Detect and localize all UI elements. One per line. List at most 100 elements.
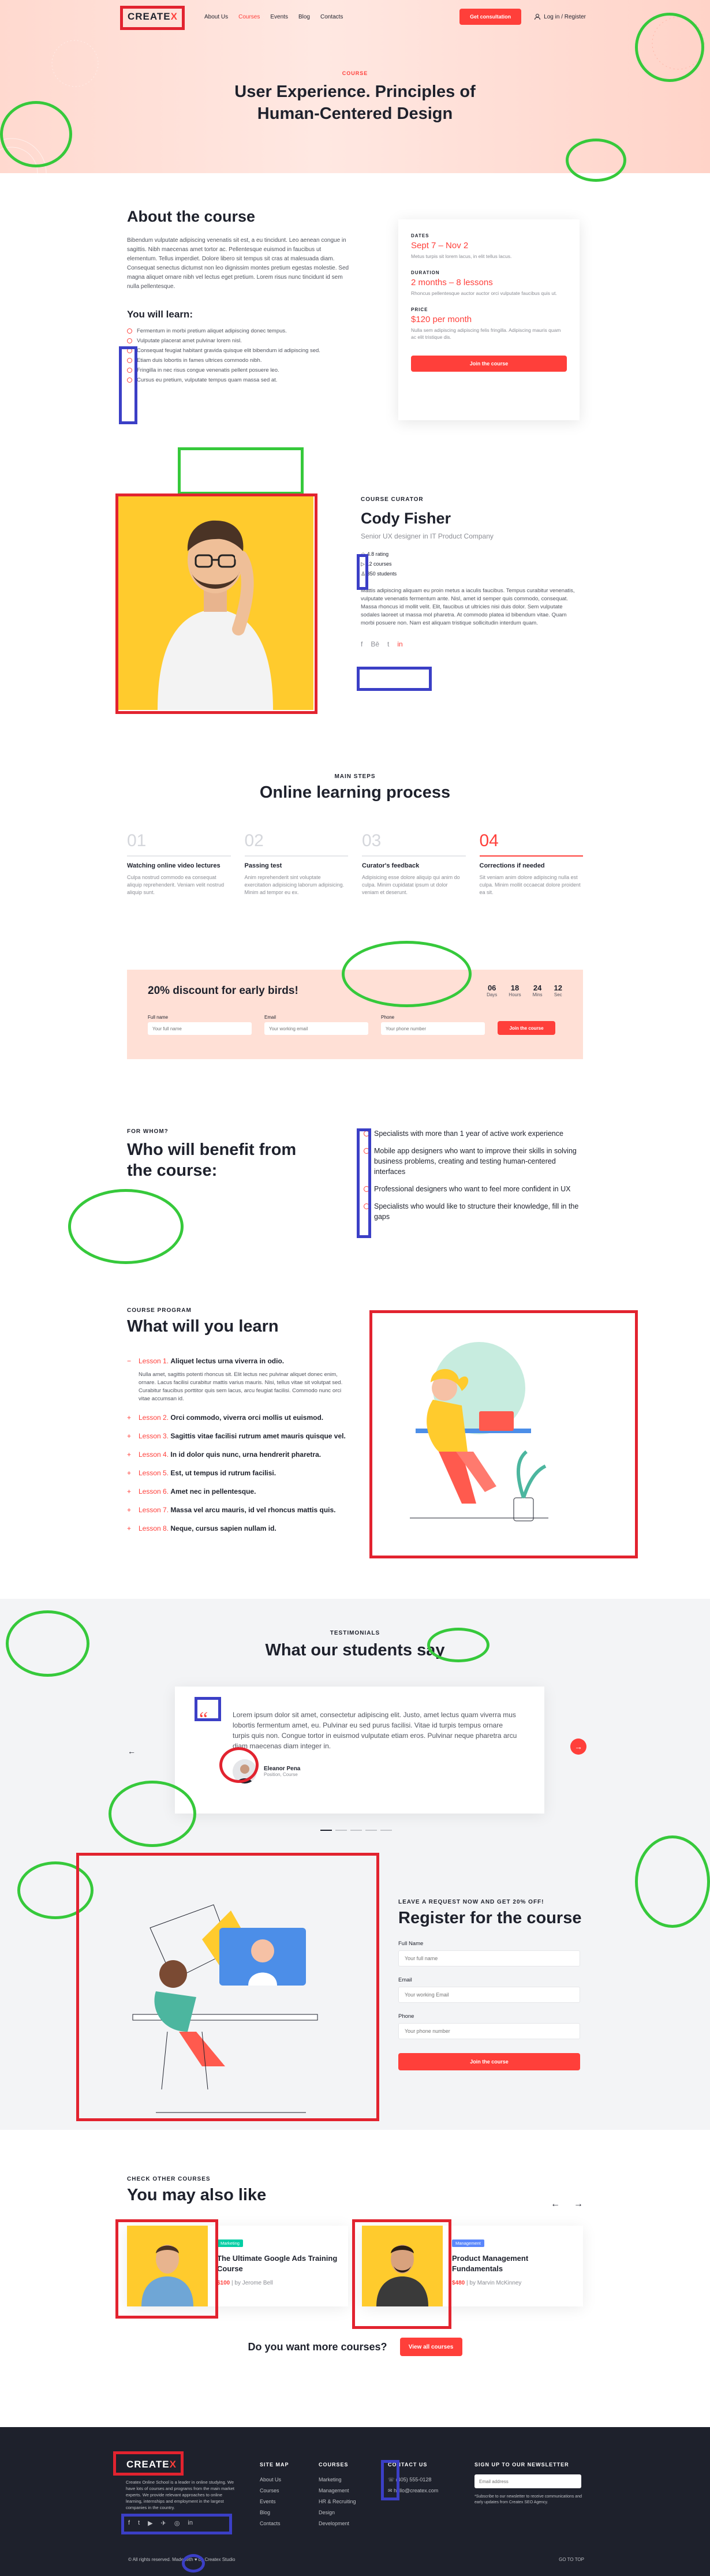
prev-arrow-button[interactable]: ←	[124, 1743, 140, 1759]
about-body: Bibendum vulputate adipiscing venenatis …	[127, 237, 349, 290]
footer-link[interactable]: Marketing	[319, 2474, 356, 2485]
logo[interactable]: CREATEX	[124, 8, 181, 26]
annotation-box-blue	[357, 667, 432, 691]
user-icon	[535, 14, 541, 20]
facebook-icon[interactable]: f	[128, 2519, 130, 2527]
twitter-icon[interactable]: t	[387, 640, 389, 648]
course-card[interactable]: Marketing The Ultimate Google Ads Traini…	[127, 2226, 348, 2306]
lesson-item[interactable]: + Lesson 2. Orci commodo, viverra orci mo…	[127, 1414, 352, 1422]
phone-field-group: Phone	[381, 1015, 485, 1035]
main-menu: About Us Courses Events Blog Contacts	[204, 14, 343, 20]
phone-field[interactable]	[381, 1022, 485, 1035]
behance-icon[interactable]: Bē	[371, 640, 379, 648]
nav-item-events[interactable]: Events	[270, 14, 288, 20]
join-course-button[interactable]: Join the course	[411, 356, 567, 372]
telegram-icon[interactable]: ✈	[161, 2519, 166, 2527]
lesson-item[interactable]: + Lesson 7. Massa vel arcu mauris, id vel…	[127, 1506, 352, 1514]
footer-link[interactable]: Blog	[260, 2507, 289, 2518]
reg-name-field[interactable]	[398, 1950, 580, 1966]
footer-logo[interactable]: CREATEX	[123, 2456, 180, 2473]
reg-phone-field[interactable]	[398, 2023, 580, 2039]
timer-unit: Sec	[554, 992, 562, 997]
footer-link[interactable]: Design	[319, 2507, 356, 2518]
lesson-item[interactable]: + Lesson 3. Sagittis vitae facilisi rutru…	[127, 1432, 352, 1440]
footer-link[interactable]: Courses	[260, 2485, 289, 2496]
page-title: User Experience. Principles of Human-Cen…	[0, 81, 710, 125]
program-section: COURSE PROGRAM What will you learn − Less…	[127, 1307, 583, 1550]
twitter-icon[interactable]: t	[138, 2519, 140, 2527]
email-field[interactable]	[264, 1022, 368, 1035]
carousel-dot[interactable]	[335, 1830, 347, 1831]
avatar	[233, 1759, 257, 1784]
course-info-card: DATES Sept 7 – Nov 2 Metus turpis sit lo…	[398, 219, 580, 420]
footer-link[interactable]: Events	[260, 2496, 289, 2507]
nav-item-blog[interactable]: Blog	[298, 14, 310, 20]
testimonial-quote: Lorem ipsum dolor sit amet, consectetur …	[233, 1711, 517, 1750]
linkedin-icon[interactable]: in	[188, 2519, 193, 2527]
lesson-item[interactable]: + Lesson 6. Amet nec in pellentesque.	[127, 1487, 352, 1495]
person-laptop-illustration-icon	[410, 1342, 548, 1521]
carousel-dot[interactable]	[320, 1830, 332, 1831]
course-card[interactable]: Management Product Management Fundamenta…	[362, 2226, 583, 2306]
instagram-icon[interactable]: ◎	[174, 2519, 180, 2527]
people-icon: ♙	[361, 571, 366, 577]
curator-info: COURSE CURATOR Cody Fisher Senior UX des…	[361, 496, 580, 648]
register-join-button[interactable]: Join the course	[398, 2053, 580, 2070]
price-value: $120 per month	[411, 315, 472, 324]
go-to-top-link[interactable]: GO TO TOP	[559, 2557, 584, 2562]
lesson-item[interactable]: + Lesson 4. In id dolor quis nunc, urna h…	[127, 1450, 352, 1459]
arrow-right-icon[interactable]: →	[574, 2199, 583, 2209]
footer-link[interactable]: Contacts	[260, 2518, 289, 2529]
nav-item-contacts[interactable]: Contacts	[320, 14, 343, 20]
steps-label: MAIN STEPS	[334, 773, 376, 780]
footer-email[interactable]: ✉ hello@createx.com	[388, 2485, 438, 2496]
reg-phone-group: Phone	[398, 2013, 583, 2039]
footer-link[interactable]: Management	[319, 2485, 356, 2496]
nav-item-courses[interactable]: Courses	[238, 14, 260, 20]
course-price: $100	[217, 2280, 230, 2286]
newsletter-email-field[interactable]	[474, 2474, 581, 2488]
carousel-dot[interactable]	[365, 1830, 377, 1831]
navbar: CREATEX About Us Courses Events Blog Con…	[124, 7, 586, 27]
carousel-dot[interactable]	[350, 1830, 362, 1831]
timer-value: 24	[533, 984, 542, 992]
name-field[interactable]	[148, 1022, 252, 1035]
testimonials-heading: TESTIMONIALS What our students say	[0, 1599, 710, 1660]
lesson-item[interactable]: + Lesson 8. Neque, cursus sapien nullam i…	[127, 1524, 352, 1532]
lesson-number: Lesson 5.	[139, 1469, 169, 1477]
course-tag: Marketing	[217, 2239, 243, 2247]
login-link[interactable]: Log in / Register	[534, 13, 586, 20]
view-all-courses-button[interactable]: View all courses	[399, 2338, 462, 2356]
timer-secs: 12 Sec	[554, 984, 562, 997]
benefit-title: Who will benefit from the course:	[127, 1141, 297, 1180]
carousel-dot[interactable]	[380, 1830, 392, 1831]
reg-email-field[interactable]	[398, 1987, 580, 2003]
footer-link[interactable]: HR & Recruiting	[319, 2496, 356, 2507]
discount-join-button[interactable]: Join the course	[498, 1021, 555, 1035]
step-desc: Anim reprehenderit sint voluptate exerci…	[244, 874, 345, 895]
check-icon	[364, 1203, 369, 1209]
next-arrow-button[interactable]: →	[570, 1738, 586, 1755]
check-icon	[127, 338, 132, 343]
list-item: Specialists who would like to structure …	[364, 1201, 583, 1222]
step-title: Passing test	[244, 862, 282, 869]
footer-link[interactable]: About Us	[260, 2474, 289, 2485]
get-consultation-button[interactable]: Get consultation	[459, 9, 522, 25]
lesson-item[interactable]: − Lesson 1. Aliquet lectus urna viverra i…	[127, 1357, 352, 1365]
plus-icon: +	[127, 1432, 132, 1440]
youtube-icon[interactable]: ▶	[148, 2519, 152, 2527]
decor-dots-icon	[51, 40, 99, 87]
footer-logo-text: CREATE	[126, 2459, 170, 2470]
step-item: 03 Curator's feedback Adipisicing esse d…	[362, 831, 466, 896]
step-divider	[479, 855, 583, 857]
timer-days: 06 Days	[487, 984, 497, 997]
timer-unit: Mins	[532, 992, 543, 997]
reg-email-group: Email	[398, 1977, 583, 2003]
arrow-left-icon[interactable]: ←	[551, 2199, 560, 2209]
footer-phone[interactable]: ☏ (405) 555-0128	[388, 2474, 438, 2485]
nav-item-about[interactable]: About Us	[204, 14, 228, 20]
linkedin-icon[interactable]: in	[397, 640, 402, 648]
facebook-icon[interactable]: f	[361, 640, 363, 648]
lesson-item[interactable]: + Lesson 5. Est, ut tempus id rutrum faci…	[127, 1469, 352, 1477]
footer-link[interactable]: Development	[319, 2518, 356, 2529]
